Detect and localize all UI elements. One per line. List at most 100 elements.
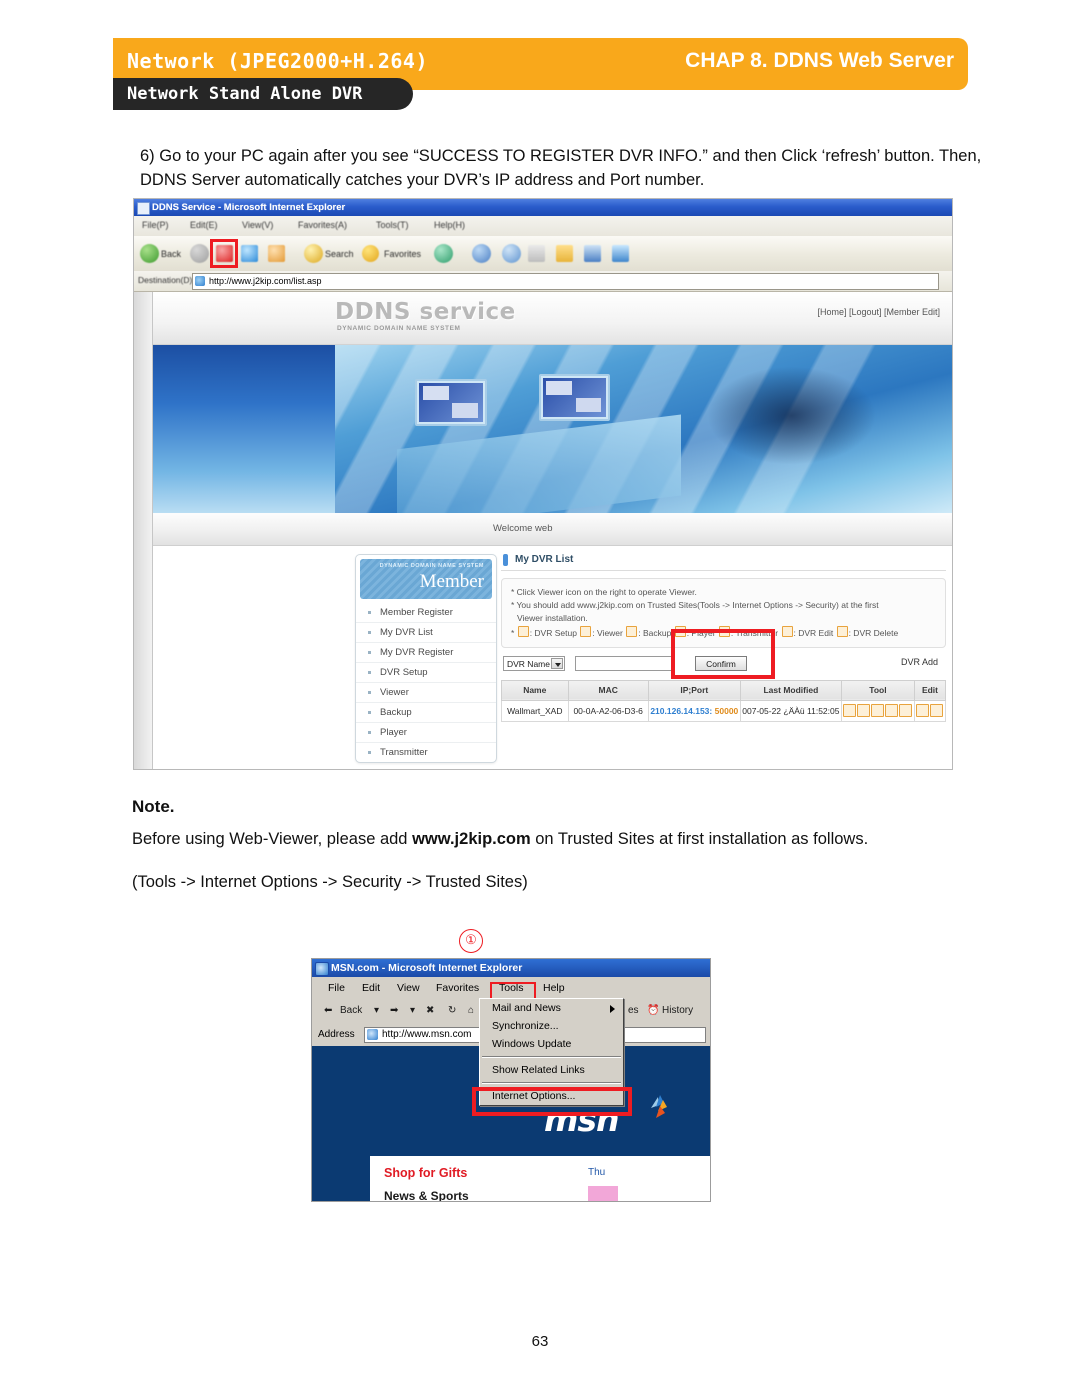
menu-favorites[interactable]: Favorites(A) (298, 220, 347, 230)
msn-home-icon[interactable]: ⌂ (468, 1005, 474, 1016)
menu-item-windows-update[interactable]: Windows Update (480, 1035, 623, 1053)
row-player-icon[interactable] (885, 704, 899, 718)
print-icon[interactable] (528, 245, 545, 262)
search-field-select[interactable]: DVR Name (503, 655, 565, 671)
favorites-star-icon[interactable] (362, 245, 379, 262)
msn-forward-dropdown-icon[interactable]: ▾ (410, 1005, 415, 1016)
banner-monitor-right (538, 373, 611, 422)
discuss-icon[interactable] (612, 245, 629, 262)
col-ip-port: IP;Port (647, 679, 741, 701)
msn-news-sports-link[interactable]: News & Sports (384, 1189, 469, 1201)
dvr-add-link[interactable]: DVR Add (901, 657, 938, 667)
ie-window-icon (137, 202, 150, 215)
msn-back-label[interactable]: Back (340, 1005, 362, 1016)
sidebar-item-member-register[interactable]: Member Register (356, 603, 496, 623)
msn-forward-icon[interactable]: ➡ (390, 1005, 398, 1016)
page-number: 63 (531, 1333, 549, 1350)
ddns-sidebar: DYNAMIC DOMAIN NAME SYSTEM Member Member… (355, 554, 497, 763)
ddns-welcome-bar: Welcome web (153, 513, 952, 546)
search-input[interactable] (575, 655, 675, 671)
back-icon[interactable] (140, 244, 159, 263)
favorites-label[interactable]: Favorites (384, 249, 421, 259)
menu-view[interactable]: View(V) (242, 220, 273, 230)
msn-browser-screenshot: MSN.com - Microsoft Internet Explorer Fi… (311, 958, 711, 1202)
history-icon[interactable] (472, 244, 491, 263)
sidebar-item-backup[interactable]: Backup (356, 703, 496, 723)
sidebar-item-my-dvr-register[interactable]: My DVR Register (356, 643, 496, 663)
menu-item-show-related-links[interactable]: Show Related Links (480, 1061, 623, 1079)
msn-menu-help[interactable]: Help (543, 982, 565, 994)
msn-menu-view[interactable]: View (397, 982, 420, 994)
msn-back-dropdown-icon[interactable]: ▾ (374, 1005, 379, 1016)
dvr-table: Name MAC IP;Port Last Modified Tool Edit… (501, 679, 947, 722)
sidebar-item-player[interactable]: Player (356, 723, 496, 743)
menu-item-synchronize[interactable]: Synchronize... (480, 1017, 623, 1035)
edit-icon[interactable] (556, 245, 573, 262)
ddns-header-links[interactable]: [Home] [Logout] [Member Edit] (817, 307, 940, 317)
ddns-logo-subtitle: DYNAMIC DOMAIN NAME SYSTEM (337, 325, 461, 332)
msn-stop-icon[interactable]: ✖ (426, 1005, 434, 1016)
note-url: www.j2kip.com (412, 830, 531, 848)
menu-edit[interactable]: Edit(E) (190, 220, 218, 230)
msn-menu-file[interactable]: File (328, 982, 345, 994)
sidebar-item-dvr-setup[interactable]: DVR Setup (356, 663, 496, 683)
header-left-title: Network (JPEG2000+H.264) (127, 49, 428, 73)
legend-player: : Player (686, 627, 716, 638)
msn-window-title: MSN.com - Microsoft Internet Explorer (331, 962, 523, 974)
msn-refresh-icon[interactable]: ↻ (448, 1005, 456, 1016)
row-dvr-setup-icon[interactable] (843, 704, 857, 718)
menu-help[interactable]: Help(H) (434, 220, 465, 230)
msn-back-arrow-icon[interactable]: ⬅ (324, 1005, 332, 1016)
msn-history-label[interactable]: History (662, 1005, 693, 1016)
sidebar-item-transmitter[interactable]: Transmitter (356, 743, 496, 762)
msn-history-icon[interactable]: ⏰ (647, 1005, 659, 1016)
address-input[interactable]: http://www.j2kip.com/list.asp (192, 273, 939, 290)
search-label[interactable]: Search (325, 249, 354, 259)
msn-menu-edit[interactable]: Edit (362, 982, 380, 994)
confirm-button[interactable]: Confirm (695, 655, 747, 671)
refresh-icon[interactable] (241, 245, 258, 262)
search-icon[interactable] (304, 244, 323, 263)
welcome-text: Welcome web (493, 523, 553, 534)
sidebar-item-viewer[interactable]: Viewer (356, 683, 496, 703)
back-label[interactable]: Back (161, 249, 181, 259)
address-value: http://www.j2kip.com/list.asp (209, 276, 322, 286)
col-edit: Edit (913, 679, 947, 701)
note-text-a: Before using Web-Viewer, please add (132, 830, 413, 848)
row-dvr-edit-icon[interactable] (916, 704, 930, 718)
instruction-line-2b: Viewer installation. (517, 613, 588, 624)
row-transmitter-icon[interactable] (899, 704, 913, 718)
dvr-edit-icon (781, 625, 793, 637)
banner-photo (335, 345, 952, 513)
mail-icon[interactable] (502, 244, 521, 263)
messenger-icon[interactable] (584, 245, 601, 262)
menu-tools[interactable]: Tools(T) (376, 220, 409, 230)
msn-menu-favorites[interactable]: Favorites (436, 982, 479, 994)
legend-dvr-delete: : DVR Delete (848, 627, 899, 638)
forward-icon[interactable] (190, 244, 209, 263)
sidebar-header-title: Member (419, 571, 484, 592)
note-body: Before using Web-Viewer, please add www.… (132, 828, 992, 852)
sidebar-header-subtitle: DYNAMIC DOMAIN NAME SYSTEM (379, 563, 484, 569)
legend-dvr-setup: : DVR Setup (529, 627, 577, 638)
address-label: Destination(D) (138, 275, 193, 285)
row-dvr-delete-icon[interactable] (930, 704, 944, 718)
sidebar-item-my-dvr-list[interactable]: My DVR List (356, 623, 496, 643)
media-icon[interactable] (434, 244, 453, 263)
msn-menubar: File Edit View Favorites Tools Help (312, 977, 710, 1000)
ddns-window-titlebar: DDNS Service - Microsoft Internet Explor… (134, 199, 952, 216)
row-viewer-icon[interactable] (857, 704, 871, 718)
legend-dvr-edit: : DVR Edit (793, 627, 834, 638)
note-text-b: on Trusted Sites at first installation a… (530, 830, 869, 848)
row-backup-icon[interactable] (871, 704, 885, 718)
menu-file[interactable]: File(P) (142, 220, 169, 230)
cell-ip: 210.126.14.153 (650, 705, 710, 716)
legend-prefix: * (511, 627, 515, 638)
chevron-down-icon[interactable] (551, 657, 563, 669)
cell-ip-port: 210.126.14.153: 50000 (647, 699, 741, 722)
menu-item-mail-and-news[interactable]: Mail and News (480, 999, 623, 1017)
msn-favorites-label[interactable]: es (628, 1005, 639, 1016)
cell-last-modified: 007-05-22 ¿ÄÀü 11:52:05 (739, 699, 842, 722)
msn-shop-for-gifts-link[interactable]: Shop for Gifts (384, 1166, 467, 1180)
home-icon[interactable] (268, 245, 285, 262)
